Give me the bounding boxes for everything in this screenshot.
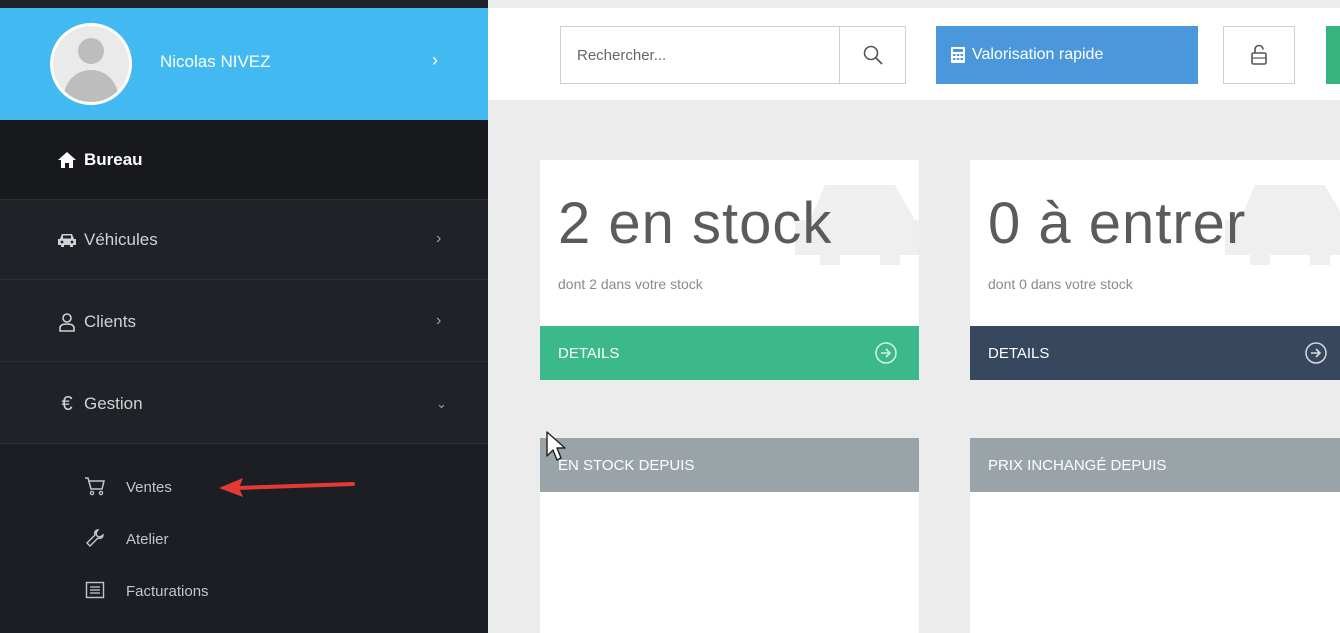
home-icon xyxy=(56,149,78,171)
price-unchanged-since-header: PRIX INCHANGÉ DEPUIS xyxy=(970,438,1340,492)
stock-count: 2 en stock xyxy=(558,191,833,256)
submenu-item-label: Atelier xyxy=(126,531,169,548)
avatar xyxy=(50,23,132,105)
arrow-circle-right-icon xyxy=(875,342,897,364)
search-icon xyxy=(863,45,883,65)
sidebar-item-gestion[interactable]: € Gestion ⌄ xyxy=(0,364,488,444)
sidebar-item-bureau[interactable]: Bureau xyxy=(0,120,488,200)
user-icon xyxy=(56,311,78,333)
section-label: EN STOCK DEPUIS xyxy=(558,457,695,474)
lock-button[interactable] xyxy=(1223,26,1295,84)
cart-icon xyxy=(84,475,106,497)
mouse-cursor-icon xyxy=(546,431,566,461)
top-bar: Valorisation rapide xyxy=(488,0,1340,100)
sidebar-item-label: Gestion xyxy=(84,394,143,413)
search-box xyxy=(560,26,906,84)
invoice-icon xyxy=(84,579,106,601)
details-label: DETAILS xyxy=(558,345,620,362)
search-button[interactable] xyxy=(839,27,905,83)
search-input[interactable] xyxy=(561,27,839,83)
unlock-icon xyxy=(1251,44,1267,65)
submenu-item-label: Facturations xyxy=(126,583,209,600)
details-label: DETAILS xyxy=(988,345,1050,362)
sidebar-item-label: Véhicules xyxy=(84,230,158,249)
entry-count: 0 à entrer xyxy=(988,191,1247,256)
sidebar: Nicolas NIVEZ › Bureau Véhicules › Clien… xyxy=(0,0,488,633)
stock-subtitle: dont 2 dans votre stock xyxy=(558,276,703,292)
euro-icon: € xyxy=(61,392,73,415)
chevron-right-icon: › xyxy=(436,230,442,247)
user-name: Nicolas NIVEZ xyxy=(160,52,271,71)
chevron-right-icon: › xyxy=(436,312,442,329)
calculator-icon xyxy=(950,46,966,64)
sidebar-item-vehicules[interactable]: Véhicules › xyxy=(0,200,488,280)
stock-card: 2 en stock dont 2 dans votre stock xyxy=(540,160,919,326)
submenu-item-facturations[interactable]: Facturations xyxy=(0,571,488,611)
stock-details-button[interactable]: DETAILS xyxy=(540,326,919,380)
valorisation-rapide-button[interactable]: Valorisation rapide xyxy=(936,26,1198,84)
green-button-edge[interactable] xyxy=(1326,26,1340,84)
sidebar-item-label: Bureau xyxy=(84,150,143,169)
entry-subtitle: dont 0 dans votre stock xyxy=(988,276,1133,292)
user-profile[interactable]: Nicolas NIVEZ › xyxy=(0,8,488,120)
entry-details-button[interactable]: DETAILS xyxy=(970,326,1340,380)
submenu-item-label: Ventes xyxy=(126,479,172,496)
valorisation-rapide-label: Valorisation rapide xyxy=(972,46,1104,63)
sidebar-item-clients[interactable]: Clients › xyxy=(0,282,488,362)
in-stock-since-panel xyxy=(540,492,919,633)
sidebar-item-label: Clients xyxy=(84,312,136,331)
section-label: PRIX INCHANGÉ DEPUIS xyxy=(988,457,1167,474)
in-stock-since-header: EN STOCK DEPUIS xyxy=(540,438,919,492)
annotation-arrow-icon xyxy=(219,478,355,497)
chevron-down-icon: ⌄ xyxy=(436,396,447,411)
price-unchanged-since-panel xyxy=(970,492,1340,633)
entry-card: 0 à entrer dont 0 dans votre stock xyxy=(970,160,1340,326)
car-icon xyxy=(56,229,78,251)
submenu-item-atelier[interactable]: Atelier xyxy=(0,519,488,559)
wrench-icon xyxy=(84,527,106,549)
chevron-right-icon: › xyxy=(432,50,438,70)
arrow-circle-right-icon xyxy=(1305,342,1327,364)
